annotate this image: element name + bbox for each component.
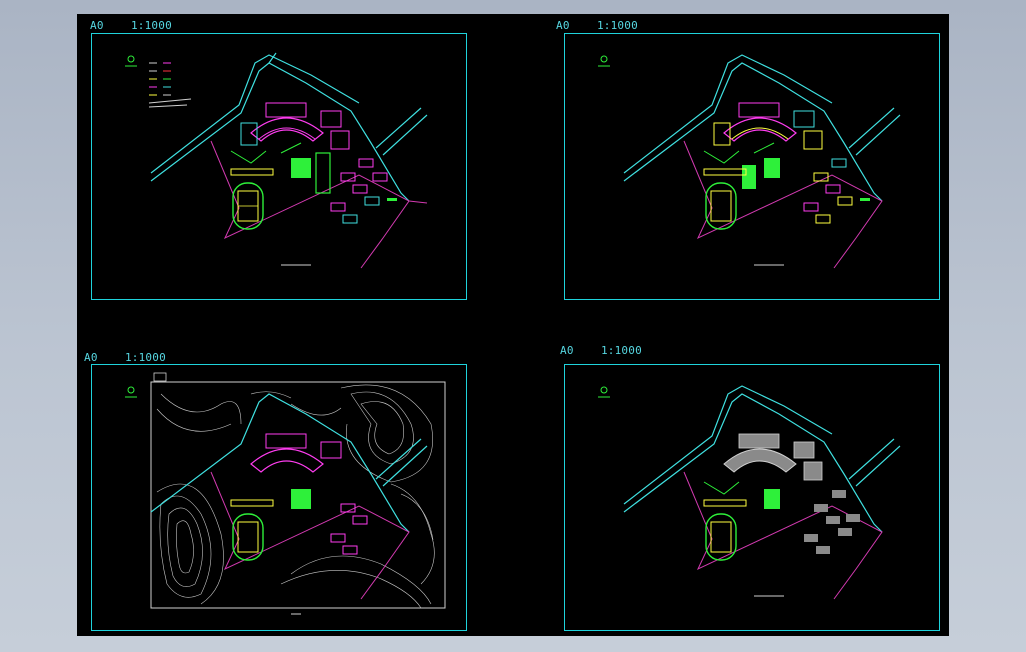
scale-label: 1:1000 [600,344,642,357]
scale-label: 1:1000 [124,351,166,364]
sheet-bottom-right-drawing [564,364,940,631]
cad-model-space[interactable]: A0 1:1000 A0 1:1000 A0 1:1000 A0 1:1000 [77,14,949,636]
sheet-top-right-size-label: A0 1:1000 [556,19,638,32]
scale-label: 1:1000 [130,19,172,32]
size-label: A0 [560,344,574,357]
sheet-bottom-right-size-label: A0 1:1000 [560,344,642,357]
sheet-bottom-left[interactable] [91,364,467,631]
sheet-bottom-right[interactable] [564,364,940,631]
size-label: A0 [84,351,98,364]
sheet-top-right-drawing [564,33,940,300]
size-label: A0 [90,19,104,32]
scale-label: 1:1000 [596,19,638,32]
sheet-top-left[interactable] [91,33,467,300]
sheet-top-right[interactable] [564,33,940,300]
sheet-bottom-left-size-label: A0 1:1000 [84,351,166,364]
sheet-top-left-drawing [91,33,467,300]
sheet-top-left-size-label: A0 1:1000 [90,19,172,32]
size-label: A0 [556,19,570,32]
sheet-bottom-left-drawing [91,364,467,631]
